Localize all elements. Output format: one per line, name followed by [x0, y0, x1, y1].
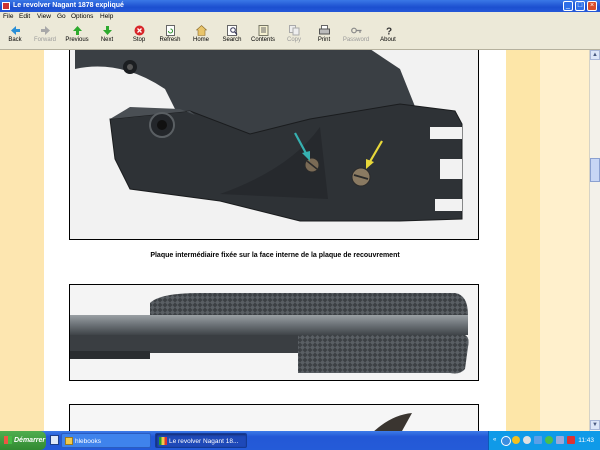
close-button[interactable]: ×: [587, 1, 597, 11]
contents-button[interactable]: Contents: [248, 25, 278, 49]
quick-launch-icon[interactable]: [50, 435, 59, 445]
task-hlebooks[interactable]: hlebooks: [61, 433, 151, 448]
previous-button[interactable]: Previous: [63, 25, 91, 49]
tray-display-icon[interactable]: [534, 436, 542, 444]
forward-label: Forward: [33, 37, 56, 43]
home-label: Home: [192, 37, 209, 43]
tray-network-icon[interactable]: [501, 436, 511, 446]
clock: 11:43: [578, 437, 594, 444]
forward-button[interactable]: Forward: [30, 25, 60, 49]
back-icon: [10, 25, 21, 36]
folder-icon: [65, 437, 73, 445]
menu-options[interactable]: Options: [71, 12, 93, 22]
forward-icon: [40, 25, 51, 36]
tray-volume-icon[interactable]: [556, 436, 564, 444]
menu-help[interactable]: Help: [100, 12, 113, 22]
password-label: Password: [342, 37, 370, 43]
about-button[interactable]: ? About: [377, 25, 399, 49]
vertical-scrollbar[interactable]: ▲ ▼: [589, 50, 600, 431]
search-label: Search: [222, 37, 242, 43]
password-icon: [350, 25, 362, 36]
page-margin-right: [506, 50, 540, 431]
minimize-button[interactable]: _: [563, 1, 573, 11]
content-area: Plaque intermédiaire fixée sur la face i…: [0, 50, 589, 431]
scroll-down-button[interactable]: ▼: [590, 420, 600, 430]
tray-antivirus-icon[interactable]: [567, 436, 575, 444]
print-button[interactable]: Print: [314, 25, 334, 49]
menu-edit[interactable]: Edit: [19, 12, 30, 22]
tray-clock-app-icon[interactable]: [523, 436, 531, 444]
about-label: About: [380, 37, 396, 43]
task-nagant[interactable]: Le revolver Nagant 18...: [155, 433, 247, 448]
menu-view[interactable]: View: [37, 12, 51, 22]
taskbar: Démarrer hlebooks Le revolver Nagant 18.…: [0, 431, 600, 450]
stop-label: Stop: [132, 37, 146, 43]
page-margin-left: [0, 50, 44, 431]
search-button[interactable]: Search: [220, 25, 244, 49]
title-bar: Le revolver Nagant 1878 expliqué _ □ ×: [0, 0, 600, 12]
search-icon: [226, 25, 238, 36]
refresh-label: Refresh: [159, 37, 181, 43]
window-title: Le revolver Nagant 1878 expliqué: [13, 2, 124, 9]
home-button[interactable]: Home: [190, 25, 212, 49]
back-label: Back: [8, 37, 22, 43]
photo-partial: [69, 404, 479, 431]
system-tray: « 11:43: [488, 431, 600, 450]
app-icon[interactable]: [2, 2, 10, 10]
tray-security-icon[interactable]: [512, 436, 520, 444]
ebook-app-icon: [159, 437, 167, 445]
toolbar: Back Forward Previous Next Stop Refresh …: [0, 22, 600, 50]
next-button[interactable]: Next: [96, 25, 118, 49]
task-label: hlebooks: [75, 438, 102, 445]
windows-flag-icon: [4, 436, 12, 445]
copy-button[interactable]: Copy: [284, 25, 304, 49]
password-button[interactable]: Password: [341, 25, 371, 49]
start-label: Démarrer: [14, 437, 46, 444]
previous-icon: [72, 25, 83, 36]
stop-icon: [134, 25, 145, 36]
photo-checkered-grip: [69, 284, 479, 381]
tray-expand-icon[interactable]: «: [493, 437, 499, 443]
maximize-button[interactable]: □: [575, 1, 585, 11]
back-button[interactable]: Back: [2, 25, 28, 49]
svg-text:?: ?: [386, 27, 392, 37]
copy-icon: [288, 25, 300, 36]
copy-label: Copy: [286, 37, 301, 43]
next-label: Next: [100, 37, 114, 43]
home-icon: [195, 25, 207, 36]
next-icon: [102, 25, 113, 36]
menu-go[interactable]: Go: [57, 12, 66, 22]
page-margin-right-outer: [540, 50, 589, 431]
start-button[interactable]: Démarrer: [0, 431, 46, 450]
contents-label: Contents: [250, 37, 275, 43]
task-label: Le revolver Nagant 18...: [169, 438, 239, 445]
scroll-thumb[interactable]: [590, 158, 600, 182]
figure-caption: Plaque intermédiaire fixée sur la face i…: [150, 252, 400, 259]
menu-file[interactable]: File: [3, 12, 13, 22]
about-icon: ?: [383, 25, 394, 38]
menu-bar: File Edit View Go Options Help: [0, 12, 600, 22]
refresh-button[interactable]: Refresh: [156, 25, 184, 49]
scroll-up-button[interactable]: ▲: [590, 50, 600, 60]
refresh-icon: [165, 25, 176, 36]
previous-label: Previous: [65, 37, 89, 43]
stop-button[interactable]: Stop: [128, 25, 150, 49]
print-icon: [318, 25, 330, 36]
tray-update-icon[interactable]: [545, 436, 553, 444]
photo-grip-plate: [69, 50, 479, 240]
contents-icon: [258, 25, 269, 36]
print-label: Print: [317, 37, 331, 43]
